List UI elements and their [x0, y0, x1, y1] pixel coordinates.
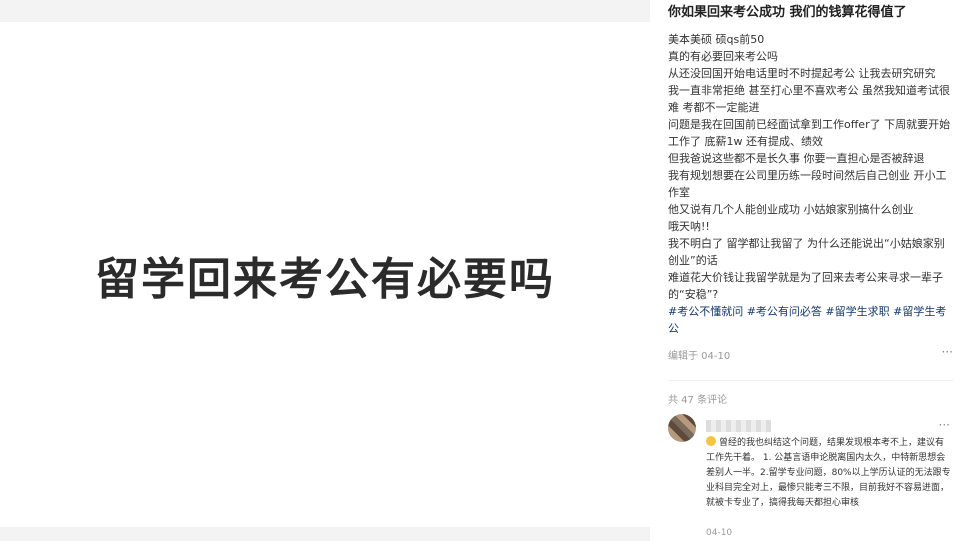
post-detail-panel: 你如果回来考公成功 我们的钱算花得值了 美本美硕 硕qs前50 真的有必要回来考… — [651, 0, 960, 541]
post-body-line: 我一直非常拒绝 甚至打心里不喜欢考公 虽然我知道考试很难 考都不一定能进 — [668, 84, 950, 114]
post-meta: 编辑于 04-10 ··· — [668, 345, 953, 363]
comment-username-blurred[interactable] — [706, 420, 771, 432]
post-tags[interactable]: #考公不懂就问 #考公有问必答 #留学生求职 #留学生考公 — [668, 303, 954, 337]
image-viewer: 留学回来考公有必要吗 — [0, 0, 650, 541]
comment-count: 共 47 条评论 — [668, 395, 728, 406]
post-body-line: 我不明白了 留学都让我留了 为什么还能说出“小姑娘家别创业”的话 — [668, 237, 945, 267]
post-body-line: 难道花大价钱让我留学就是为了回来去考公来寻求一辈子的“安稳”? — [668, 271, 943, 301]
avatar[interactable] — [668, 414, 696, 442]
post-body-line: 但我爸说这些都不是长久事 你要一直担心是否被辞退 — [668, 152, 925, 165]
post-title: 你如果回来考公成功 我们的钱算花得值了 — [668, 5, 907, 20]
post-body-line: 美本美硕 硕qs前50 — [668, 33, 765, 46]
post-body-line: 哦天呐!! — [668, 220, 710, 233]
emoji-icon — [706, 436, 716, 446]
comment-more-options-icon[interactable]: ··· — [939, 418, 950, 432]
edited-date: 编辑于 04-10 — [668, 351, 731, 362]
post-body-line: 真的有必要回来考公吗 — [668, 50, 778, 63]
post-body-line: 问题是我在回国前已经面试拿到工作offer了 下周就要开始工作了 底薪1w 还有… — [668, 118, 951, 148]
comment-text: 曾经的我也纠结这个问题，结果发现根本考不上，建议有工作先干着。 1. 公基言语申… — [706, 436, 951, 511]
post-body-line: 我有规划想要在公司里历练一段时间然后自己创业 开小工作室 — [668, 169, 947, 199]
post-body-line: 从还没回国开始电话里时不时提起考公 让我去研究研究 — [668, 67, 936, 80]
post-image-text: 留学回来考公有必要吗 — [95, 253, 555, 305]
comment-content: 曾经的我也纠结这个问题，结果发现根本考不上，建议有工作先干着。 1. 公基言语申… — [706, 438, 951, 508]
post-body: 美本美硕 硕qs前50 真的有必要回来考公吗 从还没回国开始电话里时不时提起考公… — [668, 31, 954, 337]
comment-date: 04-10 — [706, 528, 733, 538]
divider — [668, 380, 953, 381]
post-body-line: 他又说有几个人能创业成功 小姑娘家别搞什么创业 — [668, 203, 914, 216]
post-image[interactable]: 留学回来考公有必要吗 — [0, 22, 650, 527]
more-options-icon[interactable]: ··· — [942, 345, 953, 359]
